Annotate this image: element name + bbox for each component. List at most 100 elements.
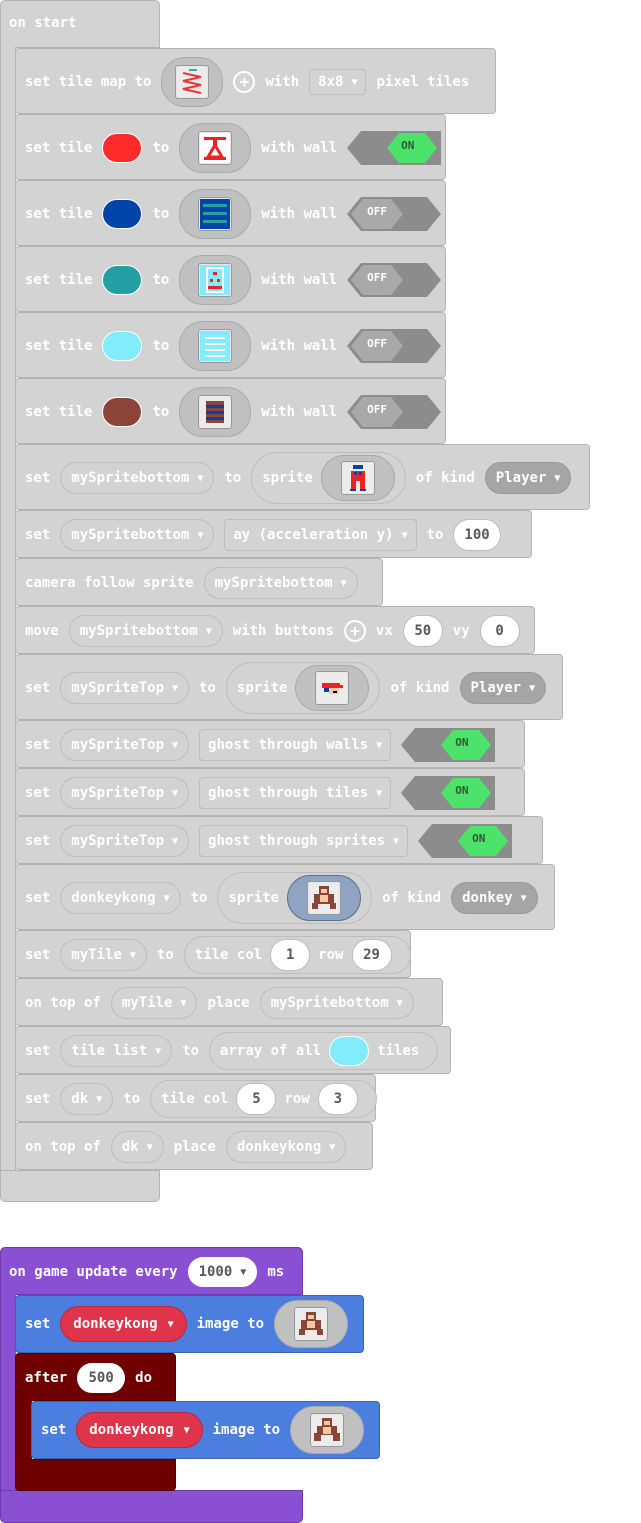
after-delay-input[interactable]: 500	[77, 1363, 126, 1393]
col-input[interactable]: 1	[270, 939, 311, 971]
on-start-hat[interactable]: on start	[0, 0, 160, 48]
expand-plus-icon[interactable]: +	[233, 71, 256, 93]
set-sprite-flag-block[interactable]: set mySpriteTop ▼ ghost through walls ▼ …	[15, 720, 525, 768]
move-with-buttons-block[interactable]: move mySpritebottom ▼ with buttons + vx …	[15, 606, 535, 654]
create-sprite-block[interactable]: sprite	[217, 872, 373, 924]
chevron-down-icon: ▼	[155, 1045, 162, 1057]
place-on-top-block[interactable]: on top of myTile ▼ place mySpritebottom …	[15, 978, 443, 1026]
expand-plus-icon[interactable]: +	[343, 620, 366, 642]
tile-color-swatch[interactable]	[329, 1036, 370, 1066]
row-input[interactable]: 3	[317, 1083, 358, 1115]
set-tile-block[interactable]: set tile to with wall OFF	[15, 246, 446, 312]
tile-image[interactable]	[179, 189, 252, 239]
set-sprite-property-block[interactable]: set mySpritebottom ▼ ay (acceleration y)…	[15, 510, 532, 558]
vx-input[interactable]: 50	[402, 615, 443, 647]
interval-dropdown[interactable]: 1000 ▼	[187, 1257, 258, 1287]
variable-dropdown[interactable]: myTile ▼	[60, 939, 147, 971]
set-sprite-flag-block[interactable]: set mySpriteTop ▼ ghost through sprites …	[15, 816, 543, 864]
variable-name: tile list	[71, 1043, 148, 1059]
set-sprite-top-block[interactable]: set mySpriteTop ▼ to sprite of kind Play…	[15, 654, 563, 720]
set-donkeykong-sprite-block[interactable]: set donkeykong ▼ to sprite of kind donke…	[15, 864, 555, 930]
sprite-image[interactable]	[295, 665, 370, 711]
sprite-dropdown[interactable]: donkeykong ▼	[225, 1131, 347, 1163]
set-tile-block[interactable]: set tile to with wall ON	[15, 114, 446, 180]
set-keyword: set	[41, 1422, 67, 1438]
flag-toggle[interactable]: ON	[418, 824, 513, 858]
tile-color-swatch[interactable]	[102, 331, 143, 361]
flag-toggle[interactable]: ON	[401, 728, 496, 762]
set-dk-block[interactable]: set dk ▼ to tile col 5 row 3	[15, 1074, 377, 1122]
tilemap-thumbnail	[175, 65, 210, 99]
kind-dropdown[interactable]: Player ▼	[484, 462, 572, 494]
camera-follow-block[interactable]: camera follow sprite mySpritebottom ▼	[15, 558, 383, 606]
tile-image[interactable]	[179, 123, 252, 173]
set-tile-block[interactable]: set tile to with wall OFF	[15, 378, 446, 444]
array-of-tiles-block[interactable]: array of all tiles	[209, 1032, 439, 1070]
image-value[interactable]	[274, 1300, 349, 1348]
tile-image[interactable]	[179, 255, 252, 305]
variable-dropdown[interactable]: mySpriteTop ▼	[60, 672, 190, 704]
row-input[interactable]: 29	[351, 939, 392, 971]
variable-dropdown[interactable]: myTile ▼	[110, 987, 198, 1019]
tilemap-image[interactable]	[161, 57, 224, 107]
create-sprite-block[interactable]: sprite	[251, 452, 406, 504]
image-value[interactable]	[290, 1406, 365, 1454]
interval-unit: ms	[267, 1264, 285, 1280]
set-sprite-flag-block[interactable]: set mySpriteTop ▼ ghost through tiles ▼ …	[15, 768, 525, 816]
vy-input[interactable]: 0	[479, 615, 520, 647]
wall-toggle[interactable]: OFF	[347, 197, 442, 231]
variable-dropdown[interactable]: dk ▼	[110, 1131, 164, 1163]
tile-image[interactable]	[179, 387, 252, 437]
after-block-head[interactable]: after 500 do	[15, 1353, 176, 1401]
tile-color-swatch[interactable]	[102, 397, 143, 427]
sprite-image[interactable]	[287, 875, 362, 921]
tile-color-swatch[interactable]	[102, 265, 143, 295]
variable-dropdown[interactable]: mySpriteTop ▼	[60, 729, 190, 761]
on-update-hat[interactable]: on game update every 1000 ▼ ms	[0, 1247, 303, 1295]
variable-dropdown[interactable]: donkeykong ▼	[60, 882, 181, 914]
property-dropdown[interactable]: ay (acceleration y) ▼	[224, 519, 417, 551]
variable-dropdown[interactable]: mySpriteTop ▼	[60, 825, 190, 857]
set-tile-list-block[interactable]: set tile list ▼ to array of all tiles	[15, 1026, 451, 1074]
set-tile-block[interactable]: set tile to with wall OFF	[15, 312, 446, 378]
set-sprite-bottom-block[interactable]: set mySpritebottom ▼ to sprite of kind P…	[15, 444, 590, 510]
tile-size-dropdown[interactable]: 8x8 ▼	[309, 69, 367, 95]
variable-dropdown[interactable]: dk ▼	[60, 1083, 114, 1115]
variable-dropdown[interactable]: mySpriteTop ▼	[60, 777, 190, 809]
flag-dropdown[interactable]: ghost through walls ▼	[199, 729, 392, 761]
set-image-block[interactable]: set donkeykong ▼ image to	[31, 1401, 380, 1459]
kind-dropdown[interactable]: donkey ▼	[451, 882, 538, 914]
variable-dropdown[interactable]: mySpritebottom ▼	[203, 567, 358, 599]
wall-toggle[interactable]: ON	[347, 131, 442, 165]
set-tilemap-block[interactable]: set tile map to + with 8x8 ▼ pixel tiles	[15, 48, 496, 114]
variable-dropdown[interactable]: mySpritebottom ▼	[60, 462, 215, 494]
variable-dropdown[interactable]: mySpritebottom ▼	[68, 615, 223, 647]
tile-color-swatch[interactable]	[102, 133, 143, 163]
flag-toggle[interactable]: ON	[401, 776, 496, 810]
wall-toggle[interactable]: OFF	[347, 395, 442, 429]
chevron-down-icon: ▼	[180, 997, 187, 1009]
set-tile-block[interactable]: set tile to with wall OFF	[15, 180, 446, 246]
flag-dropdown[interactable]: ghost through tiles ▼	[199, 777, 392, 809]
col-input[interactable]: 5	[236, 1083, 277, 1115]
variable-dropdown[interactable]: tile list ▼	[60, 1035, 173, 1067]
sprite-image[interactable]	[320, 455, 395, 501]
sprite-variable-dropdown[interactable]: donkeykong ▼	[60, 1306, 187, 1342]
variable-dropdown[interactable]: mySpritebottom ▼	[60, 519, 215, 551]
flag-dropdown[interactable]: ghost through sprites ▼	[199, 825, 409, 857]
place-on-top-block[interactable]: on top of dk ▼ place donkeykong ▼	[15, 1122, 373, 1170]
kind-dropdown[interactable]: Player ▼	[459, 672, 547, 704]
tile-col-row-block[interactable]: tile col 1 row 29	[183, 936, 411, 974]
wall-toggle[interactable]: OFF	[347, 329, 442, 363]
set-mytile-block[interactable]: set myTile ▼ to tile col 1 row 29	[15, 930, 411, 978]
create-sprite-block[interactable]: sprite	[225, 662, 381, 714]
sprite-dropdown[interactable]: mySpritebottom ▼	[259, 987, 414, 1019]
tile-col-row-block[interactable]: tile col 5 row 3	[150, 1080, 377, 1118]
sprite-variable-dropdown[interactable]: donkeykong ▼	[76, 1412, 203, 1448]
set-image-block[interactable]: set donkeykong ▼ image to	[15, 1295, 364, 1353]
tile-color-swatch[interactable]	[102, 199, 143, 229]
acceleration-input[interactable]: 100	[453, 519, 501, 551]
wall-toggle[interactable]: OFF	[347, 263, 442, 297]
set-tile-keyword: set tile	[25, 206, 93, 222]
tile-image[interactable]	[179, 321, 252, 371]
